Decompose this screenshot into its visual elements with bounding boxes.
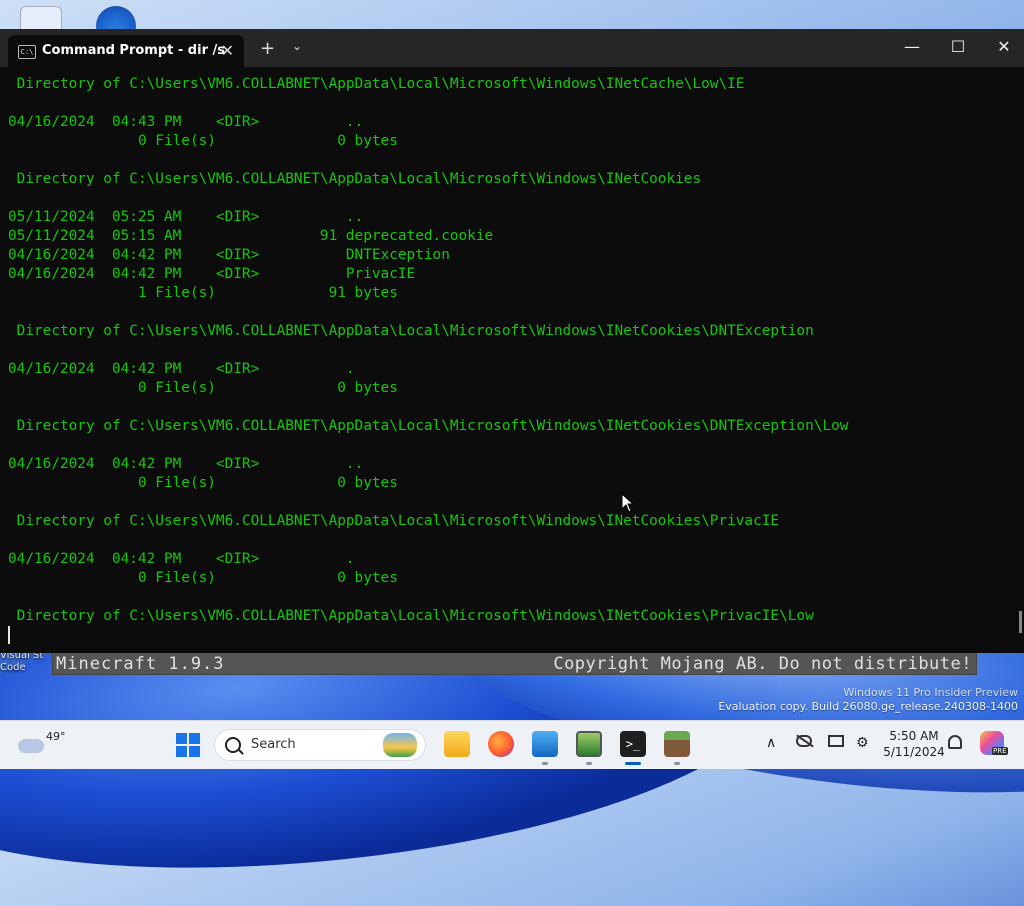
app-running-indicator (674, 762, 680, 765)
app-running-indicator (542, 762, 548, 765)
network-icon[interactable]: ⚙ (856, 735, 869, 751)
weather-temperature: 49° (46, 730, 66, 743)
bell-icon[interactable] (948, 735, 962, 749)
text-cursor (8, 626, 10, 644)
minimize-button[interactable]: — (892, 37, 932, 56)
terminal-output[interactable]: Directory of C:\Users\VM6.COLLABNET\AppD… (8, 75, 1016, 645)
title-bar[interactable]: C:\ Command Prompt - dir /s ✕ + ⌄ — ☐ ✕ (0, 29, 1024, 67)
terminal-line: Directory of C:\Users\VM6.COLLABNET\AppD… (8, 171, 702, 187)
firefox-icon[interactable] (488, 731, 514, 757)
copilot-pre-badge: PRE (992, 747, 1008, 755)
terminal-line: Directory of C:\Users\VM6.COLLABNET\AppD… (8, 76, 745, 92)
terminal-line: 04/16/2024 04:42 PM <DIR> . (8, 361, 355, 377)
task-manager-icon[interactable] (576, 731, 602, 757)
taskbar-search[interactable]: Search (214, 729, 426, 761)
cmd-icon: C:\ (18, 45, 36, 59)
terminal-window: C:\ Command Prompt - dir /s ✕ + ⌄ — ☐ ✕ … (0, 29, 1024, 653)
terminal-line: 0 File(s) 0 bytes (8, 380, 398, 396)
minecraft-version: Minecraft 1.9.3 (56, 654, 225, 674)
photos-icon[interactable] (532, 731, 558, 757)
chevron-up-icon[interactable]: ∧ (766, 735, 776, 751)
file-explorer-icon[interactable] (444, 731, 470, 757)
terminal-line: 05/11/2024 05:25 AM <DIR> .. (8, 209, 364, 225)
tab-close-icon[interactable]: ✕ (221, 41, 234, 60)
scrollbar-thumb[interactable] (1019, 611, 1022, 633)
terminal-line: 1 File(s) 91 bytes (8, 285, 398, 301)
terminal-line: Directory of C:\Users\VM6.COLLABNET\AppD… (8, 608, 814, 624)
weather-widget[interactable]: 49° (18, 729, 68, 761)
watermark-line-2: Evaluation copy. Build 26080.ge_release.… (718, 700, 1018, 713)
tab-title: Command Prompt - dir /s (42, 43, 225, 58)
onedrive-off-icon[interactable] (796, 735, 812, 747)
terminal-line: Directory of C:\Users\VM6.COLLABNET\AppD… (8, 323, 814, 339)
terminal-line: 04/16/2024 04:43 PM <DIR> .. (8, 114, 364, 130)
terminal-line: 0 File(s) 0 bytes (8, 133, 398, 149)
terminal-line: 04/16/2024 04:42 PM <DIR> .. (8, 456, 364, 472)
terminal-icon[interactable]: >_ (620, 731, 646, 757)
app-running-indicator (586, 762, 592, 765)
maximize-button[interactable]: ☐ (938, 37, 978, 56)
search-highlight-icon (383, 733, 417, 757)
windows-watermark: Windows 11 Pro Insider Preview Evaluatio… (718, 686, 1018, 714)
desktop-icon-label: Visual St Code (0, 650, 44, 673)
terminal-line: Directory of C:\Users\VM6.COLLABNET\AppD… (8, 418, 849, 434)
search-label: Search (251, 737, 296, 752)
app-active-indicator (625, 762, 641, 765)
mouse-pointer-icon (621, 493, 635, 513)
new-tab-button[interactable]: + (260, 38, 275, 59)
cloud-icon (18, 739, 44, 753)
search-icon (225, 737, 241, 753)
minecraft-copyright: Copyright Mojang AB. Do not distribute! (553, 654, 972, 674)
taskbar: 49° Search >_ ∧ ⚙ 5:50 AM 5/11/2024 PRE (0, 720, 1024, 769)
system-clock[interactable]: 5:50 AM 5/11/2024 (878, 728, 950, 760)
monitor-icon[interactable] (828, 735, 844, 747)
clock-date: 5/11/2024 (883, 745, 945, 759)
terminal-line: 0 File(s) 0 bytes (8, 475, 398, 491)
terminal-line: Directory of C:\Users\VM6.COLLABNET\AppD… (8, 513, 780, 529)
terminal-line: 04/16/2024 04:42 PM <DIR> DNTException (8, 247, 450, 263)
watermark-line-1: Windows 11 Pro Insider Preview (843, 686, 1018, 699)
tab-command-prompt[interactable]: C:\ Command Prompt - dir /s ✕ (8, 35, 244, 67)
chevron-down-icon[interactable]: ⌄ (292, 39, 302, 53)
terminal-line: 04/16/2024 04:42 PM <DIR> . (8, 551, 355, 567)
terminal-line: 04/16/2024 04:42 PM <DIR> PrivacIE (8, 266, 416, 282)
terminal-line: 0 File(s) 0 bytes (8, 570, 398, 586)
minecraft-splash-bar: Minecraft 1.9.3 Copyright Mojang AB. Do … (52, 652, 977, 675)
clock-time: 5:50 AM (889, 729, 939, 743)
start-icon[interactable] (176, 733, 200, 757)
close-button[interactable]: ✕ (984, 37, 1024, 56)
minecraft-icon[interactable] (664, 731, 690, 757)
terminal-line: 05/11/2024 05:15 AM 91 deprecated.cookie (8, 228, 494, 244)
